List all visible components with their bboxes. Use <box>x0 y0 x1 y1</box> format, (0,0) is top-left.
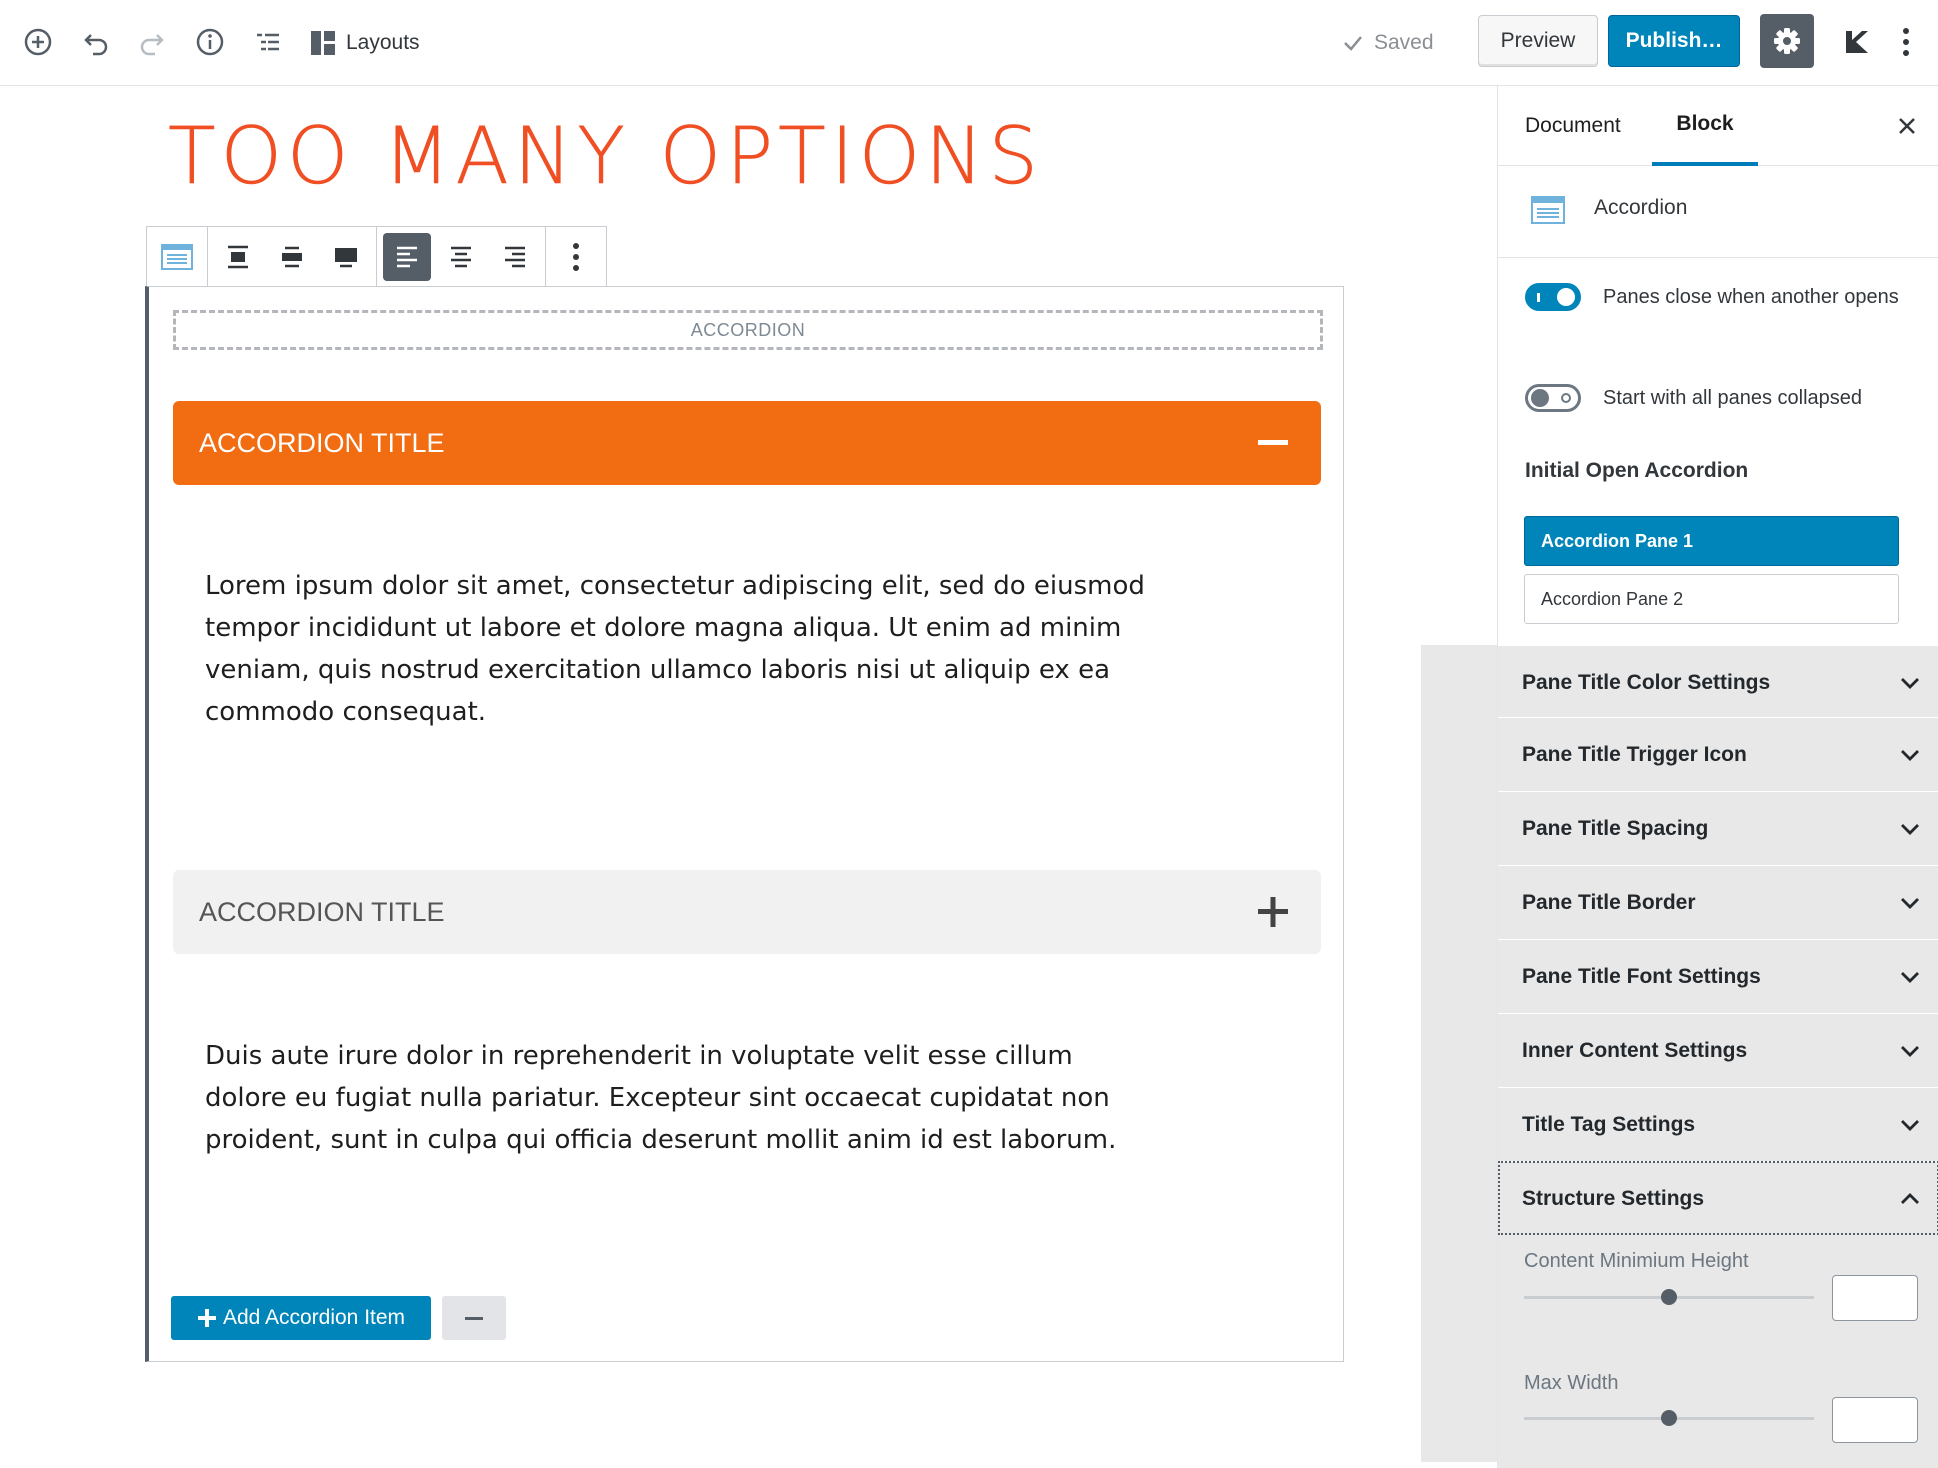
tab-document[interactable]: Document <box>1525 86 1621 166</box>
accordion-pane-1-content[interactable]: Lorem ipsum dolor sit amet, consectetur … <box>205 565 1145 733</box>
panel-title: Title Tag Settings <box>1522 1112 1696 1136</box>
max-width-slider[interactable] <box>1524 1410 1814 1426</box>
panel-pane-title-trigger-icon[interactable]: Pane Title Trigger Icon <box>1498 717 1938 791</box>
undo-icon[interactable] <box>76 22 116 62</box>
layouts-label: Layouts <box>346 31 420 54</box>
sidebar-overlay-shade <box>1421 645 1498 1462</box>
check-icon <box>1344 36 1362 51</box>
plus-icon[interactable] <box>1251 890 1295 934</box>
settings-sidebar: Document Block Accordion Panes close whe… <box>1497 86 1938 1468</box>
settings-panels: Pane Title Color Settings Pane Title Tri… <box>1498 645 1938 1468</box>
more-options-icon[interactable] <box>1890 22 1922 62</box>
panel-title: Pane Title Color Settings <box>1522 670 1771 694</box>
panel-title: Pane Title Border <box>1522 890 1696 914</box>
block-card: Accordion <box>1498 166 1938 258</box>
content-min-height-slider[interactable] <box>1524 1289 1814 1305</box>
chevron-down-icon <box>1899 744 1921 766</box>
panes-close-toggle[interactable] <box>1525 283 1581 311</box>
start-collapsed-toggle[interactable] <box>1525 384 1581 412</box>
minus-icon[interactable] <box>1251 421 1295 465</box>
align-none-icon[interactable] <box>214 233 262 281</box>
content-min-height-input[interactable] <box>1832 1275 1918 1321</box>
block-toolbar <box>146 226 607 288</box>
max-width-input[interactable] <box>1832 1397 1918 1443</box>
chevron-up-icon <box>1899 1188 1921 1210</box>
redo-icon[interactable] <box>132 22 172 62</box>
content-min-height-label: Content Minimium Height <box>1524 1250 1749 1272</box>
align-wide-icon[interactable] <box>268 233 316 281</box>
align-center-icon[interactable] <box>437 233 485 281</box>
panel-pane-title-border[interactable]: Pane Title Border <box>1498 865 1938 939</box>
pane-title-text[interactable]: ACCORDION TITLE <box>199 428 445 459</box>
panel-title: Pane Title Trigger Icon <box>1522 742 1747 766</box>
panel-title-tag[interactable]: Title Tag Settings <box>1498 1087 1938 1161</box>
align-left-icon[interactable] <box>383 233 431 281</box>
saved-status: Saved <box>1342 26 1434 60</box>
accordion-block-label: ACCORDION <box>173 310 1323 350</box>
toggle-label: Panes close when another opens <box>1603 286 1899 308</box>
toggle-label: Start with all panes collapsed <box>1603 387 1863 409</box>
accordion-block-icon <box>1531 196 1565 229</box>
text-alignment-group <box>377 227 546 287</box>
accordion-pane-2-title[interactable]: ACCORDION TITLE <box>173 870 1321 954</box>
panel-pane-title-spacing[interactable]: Pane Title Spacing <box>1498 791 1938 865</box>
plugin-k-icon[interactable] <box>1836 22 1876 62</box>
plus-icon <box>197 1309 216 1327</box>
block-more-options-icon[interactable] <box>552 233 600 281</box>
layouts-icon <box>311 31 335 55</box>
add-item-label: Add Accordion Item <box>222 1306 406 1329</box>
slider-thumb[interactable] <box>1661 1289 1677 1305</box>
accordion-block-icon[interactable] <box>153 233 201 281</box>
panel-title: Structure Settings <box>1522 1186 1705 1210</box>
accordion-pane-2-content[interactable]: Duis aute irure dolor in reprehenderit i… <box>205 1035 1145 1161</box>
accordion-block[interactable]: ACCORDION ACCORDION TITLE Lorem ipsum do… <box>145 286 1344 1362</box>
block-alignment-group <box>208 227 377 287</box>
panel-pane-title-font[interactable]: Pane Title Font Settings <box>1498 939 1938 1013</box>
remove-accordion-item-button[interactable] <box>442 1296 506 1340</box>
chevron-down-icon <box>1899 672 1921 694</box>
sidebar-tabs: Document Block <box>1498 86 1938 166</box>
outline-icon[interactable] <box>248 22 288 62</box>
panel-inner-content[interactable]: Inner Content Settings <box>1498 1013 1938 1087</box>
chevron-down-icon <box>1899 966 1921 988</box>
accordion-pane-1-title[interactable]: ACCORDION TITLE <box>173 401 1321 485</box>
slider-thumb[interactable] <box>1661 1410 1677 1426</box>
chevron-down-icon <box>1899 818 1921 840</box>
panel-title: Pane Title Spacing <box>1522 816 1709 840</box>
panel-title: Pane Title Font Settings <box>1522 964 1761 988</box>
info-icon[interactable] <box>190 22 230 62</box>
layouts-button[interactable]: Layouts <box>310 26 420 60</box>
add-block-icon[interactable] <box>18 22 58 62</box>
editor-header: Layouts Saved Preview Publish… <box>0 0 1938 86</box>
pane-option-2[interactable]: Accordion Pane 2 <box>1524 574 1899 624</box>
toggle-start-collapsed-row: Start with all panes collapsed <box>1525 384 1862 413</box>
chevron-down-icon <box>1899 1114 1921 1136</box>
align-right-icon[interactable] <box>491 233 539 281</box>
minus-icon <box>465 1317 483 1320</box>
initial-open-heading: Initial Open Accordion <box>1525 459 1749 482</box>
max-width-label: Max Width <box>1524 1372 1619 1394</box>
toggle-panes-close-row: Panes close when another opens <box>1525 283 1903 312</box>
panel-title: Inner Content Settings <box>1522 1038 1748 1062</box>
page-title[interactable]: TOO MANY OPTIONS <box>168 112 1043 203</box>
panel-pane-title-color[interactable]: Pane Title Color Settings <box>1498 645 1938 719</box>
publish-button[interactable]: Publish… <box>1608 15 1740 67</box>
block-type-group <box>147 227 208 287</box>
chevron-down-icon <box>1899 1040 1921 1062</box>
pane-title-text[interactable]: ACCORDION TITLE <box>199 897 445 928</box>
tab-block[interactable]: Block <box>1652 86 1758 166</box>
add-accordion-item-button[interactable]: Add Accordion Item <box>171 1296 431 1340</box>
preview-button[interactable]: Preview <box>1478 15 1598 67</box>
pane-option-1[interactable]: Accordion Pane 1 <box>1524 516 1899 566</box>
gear-icon <box>1774 28 1800 54</box>
align-full-icon[interactable] <box>322 233 370 281</box>
block-card-title: Accordion <box>1594 196 1688 219</box>
close-icon[interactable] <box>1893 112 1921 140</box>
settings-button[interactable] <box>1760 14 1814 68</box>
panel-structure-settings[interactable]: Structure Settings <box>1498 1161 1938 1235</box>
chevron-down-icon <box>1899 892 1921 914</box>
block-more-group <box>546 227 606 287</box>
saved-label: Saved <box>1374 31 1434 54</box>
